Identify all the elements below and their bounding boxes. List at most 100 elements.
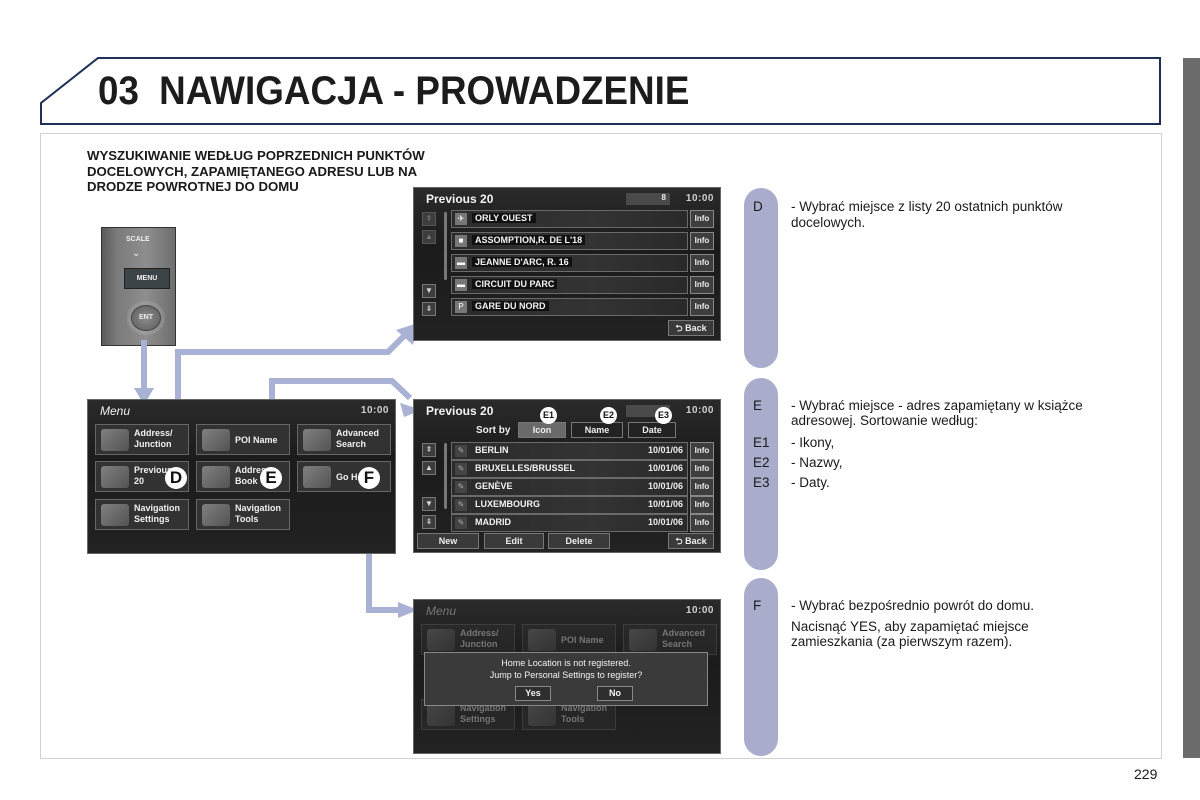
scrollbar[interactable] (444, 212, 447, 280)
date-label: 10/01/06 (647, 445, 683, 455)
sort-date-button[interactable]: Date (628, 422, 676, 438)
page-down-button[interactable]: ⇟ (422, 515, 436, 529)
desc-line: docelowych. (791, 215, 866, 230)
scroll-down-button[interactable]: ▼ (422, 284, 436, 298)
delete-button[interactable]: Delete (548, 533, 610, 549)
info-button[interactable]: Info (690, 478, 714, 496)
scroll-down-button[interactable]: ▼ (422, 497, 436, 511)
info-button[interactable]: Info (690, 442, 714, 460)
address-junction-icon (427, 629, 455, 651)
screen-title: Menu (100, 404, 131, 418)
back-button[interactable]: ⮌ Back (668, 320, 714, 336)
list-item[interactable]: P GARE DU NORD (451, 298, 688, 316)
sort-name-button[interactable]: Name (571, 422, 623, 438)
section-heading: WYSZUKIWANIE WEDŁUG POPRZEDNICH PUNKTÓW … (87, 148, 425, 194)
date-label: 10/01/06 (647, 499, 683, 509)
list-item[interactable]: ■ ASSOMPTION,R. DE L'18 (451, 232, 688, 250)
callout-e: E (260, 467, 282, 489)
callout-e2: E2 (600, 407, 617, 424)
back-button[interactable]: ⮌ Back (668, 533, 714, 549)
no-button[interactable]: No (597, 686, 633, 701)
list-item[interactable]: ▬ JEANNE D'ARC, R. 16 (451, 254, 688, 272)
desc-line: - Daty. (791, 475, 830, 490)
ent-hardware-button[interactable]: ENT (131, 305, 161, 331)
menu-tile-navigation-settings[interactable]: Navigation Settings (95, 499, 189, 530)
tile-label: POI Name (561, 635, 604, 645)
chapter-title: NAWIGACJA - PROWADZENIE (159, 69, 690, 113)
sort-icon-button[interactable]: Icon (518, 422, 566, 438)
back-icon: ⮌ (675, 536, 686, 546)
desc-key: E2 (753, 455, 770, 470)
list-item[interactable]: ▬ CIRCUIT DU PARC (451, 276, 688, 294)
address-label: LUXEMBOURG (475, 499, 540, 509)
plane-icon: ✈ (455, 213, 467, 225)
dialog-message: Home Location is not registered. Jump to … (425, 657, 707, 681)
new-button[interactable]: New (417, 533, 479, 549)
navigation-tools-icon (528, 704, 556, 726)
page-up-button[interactable]: ⇞ (422, 212, 436, 226)
list-item[interactable]: ✎ LUXEMBOURG 10/01/06 (451, 496, 688, 514)
tile-label: Navigation Settings (134, 503, 181, 524)
menu-tile-poi-name[interactable]: POI Name (196, 424, 290, 455)
menu-tile-address-junction[interactable]: Address/ Junction (95, 424, 189, 455)
callout-d: D (165, 467, 187, 489)
chapter-number: 03 (98, 69, 139, 113)
menu-hardware-button[interactable]: MENU (124, 268, 170, 289)
scroll-up-button[interactable]: ▲ (422, 230, 436, 244)
info-button[interactable]: Info (690, 210, 714, 228)
settings-tools-icon (427, 704, 455, 726)
scrollbar[interactable] (444, 443, 447, 509)
screen-main-menu: Menu 10:00 Address/ Junction POI Name Ad… (87, 399, 396, 554)
list-item[interactable]: ✎ BRUXELLES/BRUSSEL 10/01/06 (451, 460, 688, 478)
menu-tile-navigation-tools[interactable]: Navigation Tools (196, 499, 290, 530)
destination-label: ASSOMPTION,R. DE L'18 (472, 235, 586, 245)
address-label: GENÈVE (475, 481, 513, 491)
clock: 10:00 (360, 405, 389, 416)
home-not-registered-dialog: Home Location is not registered. Jump to … (424, 652, 708, 706)
item-counter: 8 (626, 193, 670, 205)
info-button[interactable]: Info (690, 298, 714, 316)
info-button[interactable]: Info (690, 496, 714, 514)
info-button[interactable]: Info (690, 460, 714, 478)
screen-previous-20: Previous 20 8 10:00 ⇞ ▲ ▼ ⇟ ✈ ORLY OUEST… (413, 187, 721, 341)
page-number: 229 (1134, 766, 1158, 782)
list-item[interactable]: ✈ ORLY OUEST (451, 210, 688, 228)
screen-go-home: Menu 10:00 Address/ Junction POI Name Ad… (413, 599, 721, 754)
desc-key: E1 (753, 435, 770, 450)
list-item[interactable]: ✎ BERLIN 10/01/06 (451, 442, 688, 460)
desc-line: - Nazwy, (791, 455, 843, 470)
page-up-button[interactable]: ⇞ (422, 443, 436, 457)
list-item[interactable]: ✎ GENÈVE 10/01/06 (451, 478, 688, 496)
advanced-search-icon (303, 429, 331, 451)
page-title: 03 NAWIGACJA - PROWADZENIE (98, 69, 689, 114)
home-icon (303, 466, 331, 488)
dialog-line-1: Home Location is not registered. (501, 658, 631, 668)
menu-tile-advanced-search[interactable]: Advanced Search (297, 424, 391, 455)
description-e: E - Wybrać miejsce - adres zapamiętany w… (753, 398, 1153, 498)
clock: 10:00 (685, 605, 714, 616)
chapter-side-tab (1183, 58, 1200, 758)
desc-line: - Wybrać miejsce - adres zapamiętany w k… (791, 398, 1083, 413)
poi-map-icon (202, 429, 230, 451)
info-button[interactable]: Info (690, 232, 714, 250)
yes-button[interactable]: Yes (515, 686, 551, 701)
sort-by-label: Sort by (476, 425, 511, 436)
address-label: BRUXELLES/BRUSSEL (475, 463, 576, 473)
callout-e1: E1 (540, 407, 557, 424)
back-icon: ⮌ (675, 323, 686, 333)
edit-button[interactable]: Edit (484, 533, 544, 549)
pen-icon: ✎ (455, 445, 467, 457)
destination-label: ORLY OUEST (472, 213, 536, 223)
info-button[interactable]: Info (690, 276, 714, 294)
desc-key: E (753, 398, 763, 413)
menu-tile-address-junction: Address/ Junction (421, 624, 515, 655)
list-item[interactable]: ✎ MADRID 10/01/06 (451, 514, 688, 532)
poi-map-icon (528, 629, 556, 651)
info-button[interactable]: Info (690, 254, 714, 272)
tile-label: POI Name (235, 435, 278, 445)
info-button[interactable]: Info (690, 514, 714, 532)
chapter-header: 03 NAWIGACJA - PROWADZENIE (40, 57, 1161, 125)
scroll-up-button[interactable]: ▲ (422, 461, 436, 475)
page-down-button[interactable]: ⇟ (422, 302, 436, 316)
description-d: D - Wybrać miejsce z listy 20 ostatnich … (753, 199, 1153, 239)
